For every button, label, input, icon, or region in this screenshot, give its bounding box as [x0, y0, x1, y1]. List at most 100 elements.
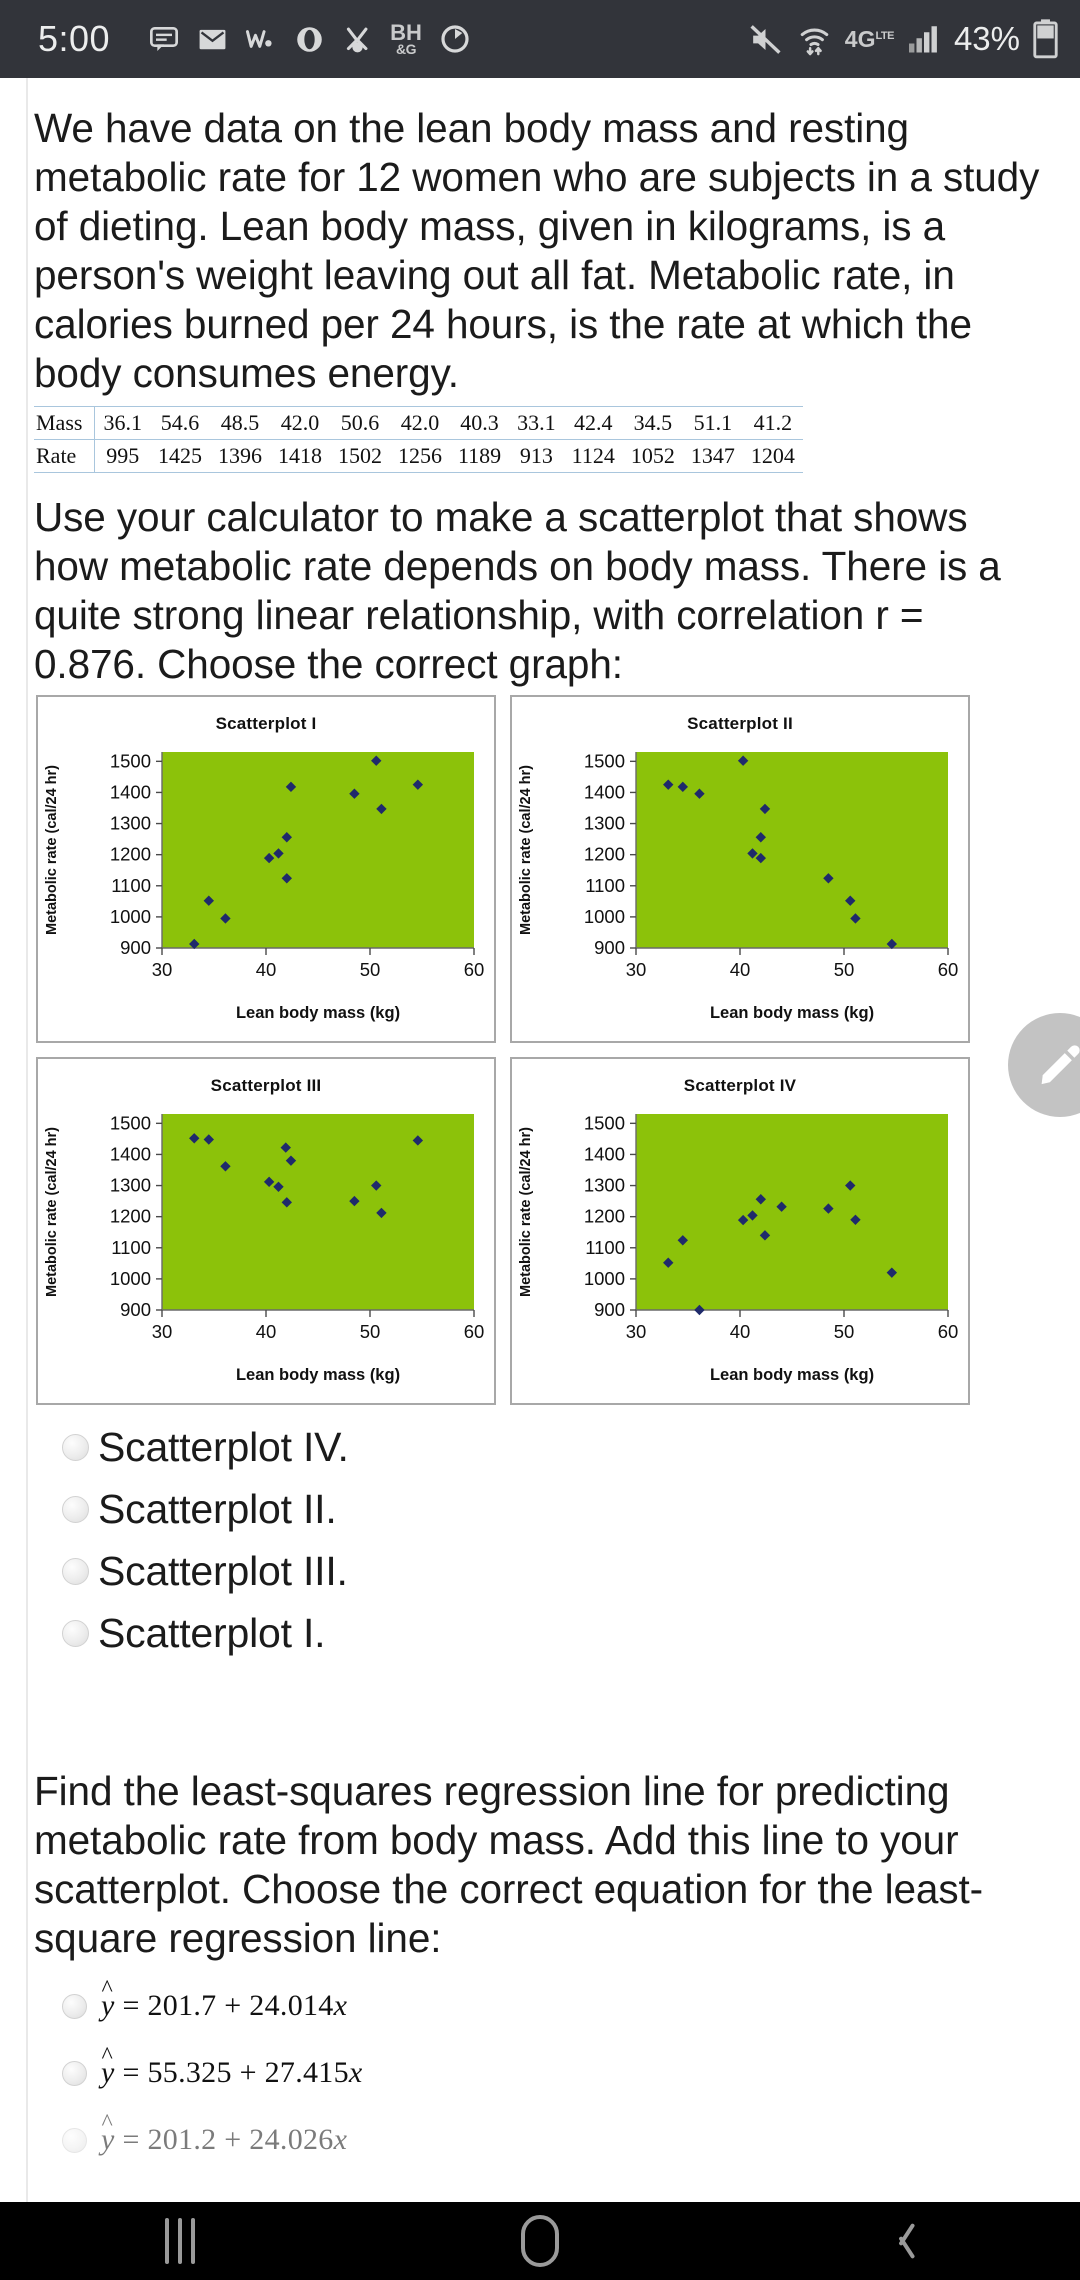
svg-text:60: 60: [938, 959, 959, 980]
svg-text:Metabolic rate (cal/24 hr): Metabolic rate (cal/24 hr): [44, 765, 60, 935]
nav-home-button[interactable]: [465, 2202, 615, 2280]
network-sub: LTE: [875, 29, 894, 42]
svg-text:1100: 1100: [111, 1237, 151, 1258]
lte-icon: 4G LTE: [845, 27, 895, 51]
radio-button[interactable]: [62, 2060, 87, 2086]
option-label: Scatterplot IV.: [98, 1424, 349, 1470]
scatterplot-III: Scatterplot III 900 1000 1100 1200 1300 1400 1…: [36, 1057, 496, 1405]
option-label: Scatterplot III.: [98, 1548, 348, 1594]
status-bar: 5:00 BH &G 4G LTE 43%: [0, 0, 1080, 78]
cell-mass: 33.1: [517, 410, 556, 435]
option-scatterplot-iv[interactable]: Scatterplot IV.: [62, 1427, 1080, 1468]
scatterplot-III-canvas: 900 1000 1100 1200 1300 1400 1500 30 40 50 60 Lean …: [44, 1112, 485, 1384]
svg-text:50: 50: [834, 1321, 855, 1342]
cell-rate: 1396: [217, 443, 262, 468]
signal-icon: [908, 26, 937, 53]
svg-text:1200: 1200: [110, 1206, 151, 1227]
svg-text:60: 60: [464, 1321, 485, 1342]
equation-body: 201.7 + 24.014: [147, 1989, 334, 2022]
svg-text:1200: 1200: [110, 844, 151, 865]
cell-rate: 1347: [690, 443, 735, 468]
home-icon: [521, 2215, 559, 2267]
radio-button[interactable]: [62, 1620, 89, 1647]
x-var: x: [333, 1989, 348, 2022]
scatterplot-I-canvas: 900 1000 1100 1200 1300 1400 1500 30 40 50 60 Lean …: [44, 750, 485, 1022]
battery-percent-label: 43%: [953, 20, 1020, 57]
section-divider-space: [0, 1675, 1080, 1761]
cell-rate: 913: [519, 443, 553, 468]
y-hat: y: [101, 2043, 115, 2090]
svg-text:1400: 1400: [110, 781, 151, 802]
svg-text:1000: 1000: [584, 1268, 625, 1289]
cell-mass: 50.6: [340, 410, 380, 435]
cell-mass: 34.5: [633, 410, 673, 435]
equation-option-2[interactable]: y = 55.325 + 27.415x: [62, 2043, 1080, 2090]
data-table-wrapper: Mass 36.1 54.6 48.5 42.0 50.6 42.0 40.3 …: [0, 398, 1080, 477]
cell-rate: 1124: [571, 443, 615, 468]
recents-icon: [165, 2218, 195, 2264]
equation-option-1[interactable]: y = 201.7 + 24.014x: [62, 1976, 1080, 2023]
row-label-mass: Mass: [34, 406, 96, 440]
notification-icons: BH &G: [148, 20, 471, 58]
option-label: Scatterplot I.: [98, 1610, 326, 1656]
svg-text:1500: 1500: [110, 1112, 151, 1133]
svg-text:1300: 1300: [584, 813, 625, 834]
svg-text:30: 30: [626, 1321, 647, 1342]
svg-text:1200: 1200: [584, 1206, 625, 1227]
svg-text:Metabolic rate (cal/24 hr): Metabolic rate (cal/24 hr): [518, 1127, 534, 1297]
graph-answer-options[interactable]: Scatterplot IV. Scatterplot II. Scatterp…: [0, 1405, 1080, 1654]
svg-text:1300: 1300: [110, 813, 151, 834]
svg-text:60: 60: [938, 1321, 959, 1342]
cell-rate: 995: [106, 443, 140, 468]
svg-text:1000: 1000: [584, 906, 625, 927]
radio-button[interactable]: [62, 1434, 89, 1461]
app-x-icon: [346, 27, 368, 52]
equals-sign: =: [122, 1989, 140, 2022]
svg-text:1100: 1100: [585, 1237, 625, 1258]
svg-text:40: 40: [256, 959, 277, 980]
scatterplot-row-bottom: Scatterplot III 900 1000 1100 1200 1300 1400 1…: [0, 1057, 1080, 1405]
svg-text:1500: 1500: [584, 750, 625, 771]
mass-rate-table: Mass 36.1 54.6 48.5 42.0 50.6 42.0 40.3 …: [34, 406, 803, 473]
scatterplot-IV-title: Scatterplot IV: [683, 1076, 797, 1095]
svg-text:60: 60: [464, 959, 485, 980]
nav-back-button[interactable]: [825, 2202, 975, 2280]
equation-option-3[interactable]: y = 201.2 + 24.026x: [62, 2110, 1080, 2157]
radio-button[interactable]: [62, 1496, 89, 1523]
option-scatterplot-ii[interactable]: Scatterplot II.: [62, 1489, 1080, 1530]
svg-text:Lean body mass (kg): Lean body mass (kg): [236, 1004, 400, 1022]
svg-text:50: 50: [360, 959, 381, 980]
scatterplot-II-canvas: 900 1000 1100 1200 1300 1400 1500 30 40 50 60 Lean …: [518, 750, 959, 1022]
radio-button[interactable]: [62, 1558, 89, 1585]
android-nav-bar[interactable]: [0, 2202, 1080, 2280]
radio-button[interactable]: [62, 2127, 87, 2153]
scatterplot-II-title: Scatterplot II: [687, 714, 793, 733]
cell-rate: 1204: [750, 443, 795, 468]
cell-mass: 41.2: [753, 410, 793, 435]
cell-mass: 36.1: [103, 410, 142, 435]
status-clock: 5:00: [38, 18, 111, 59]
x-var: x: [333, 2123, 348, 2156]
svg-text:900: 900: [594, 937, 625, 958]
nav-recents-button[interactable]: [105, 2202, 255, 2280]
pencil-icon: [1041, 1045, 1080, 1085]
svg-text:40: 40: [730, 1321, 751, 1342]
cell-mass: 54.6: [160, 410, 200, 435]
question-content[interactable]: We have data on the lean body mass and r…: [0, 78, 1080, 2202]
bhsg-icon: BH &G: [390, 20, 422, 58]
cell-rate: 1256: [397, 443, 442, 468]
email-icon: [199, 29, 226, 49]
equation-answer-options[interactable]: y = 201.7 + 24.014x y = 55.325 + 27.415x…: [0, 1963, 1080, 2157]
svg-text:40: 40: [730, 959, 751, 980]
y-hat: y: [101, 2110, 115, 2157]
equals-sign: =: [122, 2123, 140, 2156]
back-icon: [887, 2220, 913, 2262]
scatterplot-grid: Scatterplot I 900 1000 1100 1200 1300 1400 150…: [0, 689, 1080, 1405]
option-scatterplot-i[interactable]: Scatterplot I.: [62, 1613, 1080, 1654]
option-scatterplot-iii[interactable]: Scatterplot III.: [62, 1551, 1080, 1592]
scatterplot-row-top: Scatterplot I 900 1000 1100 1200 1300 1400 150…: [0, 695, 1080, 1043]
scatterplot-II: Scatterplot II 900 1000 1100 1200 1300 1400 15…: [510, 695, 970, 1043]
radio-button[interactable]: [62, 1993, 87, 2019]
question-paragraph-2: Use your calculator to make a scatterplo…: [34, 494, 1001, 687]
svg-text:50: 50: [360, 1321, 381, 1342]
